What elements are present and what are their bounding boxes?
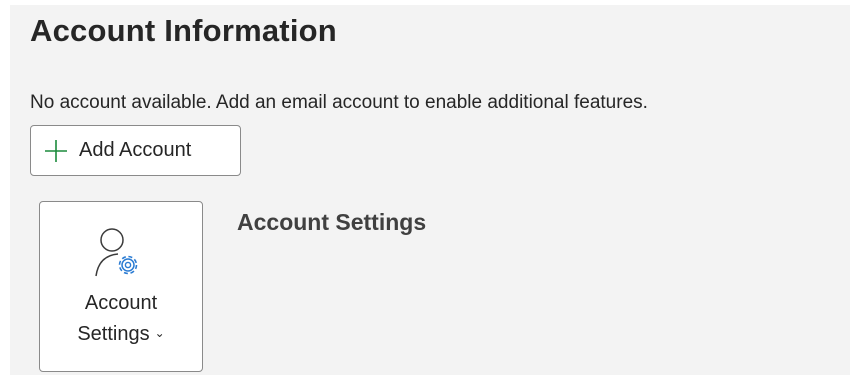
tile-label-settings: Settings ⌄ [40, 323, 202, 346]
account-settings-icon [88, 224, 148, 284]
account-settings-button[interactable]: Account Settings ⌄ [39, 201, 203, 372]
no-account-message: No account available. Add an email accou… [30, 92, 648, 113]
tile-label-account: Account [84, 292, 158, 314]
chevron-down-icon: ⌄ [154, 326, 165, 340]
account-settings-heading: Account Settings [237, 209, 427, 235]
account-info-panel: Account Information No account available… [10, 5, 850, 375]
plus-icon [44, 139, 68, 163]
tile-label-settings-text: Settings [77, 323, 150, 345]
page-title: Account Information [30, 13, 337, 48]
add-account-label: Add Account [79, 139, 192, 161]
add-account-button[interactable]: Add Account [30, 125, 241, 176]
